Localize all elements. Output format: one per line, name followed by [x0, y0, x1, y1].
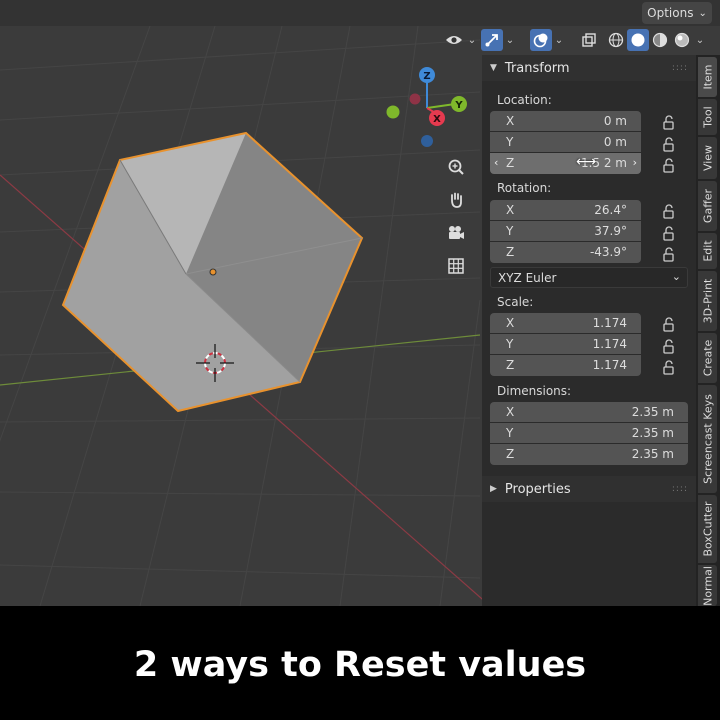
solid-shading-icon[interactable]	[627, 29, 649, 51]
rotation-z-field[interactable]: Z -43.9°	[490, 242, 641, 263]
chevron-down-icon: ⌄	[671, 270, 681, 283]
lock-open-icon[interactable]	[660, 338, 676, 354]
drag-handle-icon[interactable]: ::::	[672, 484, 688, 494]
options-label: Options	[647, 6, 694, 20]
collapsed-triangle-icon: ▶	[490, 484, 497, 494]
lock-open-icon[interactable]	[660, 225, 676, 241]
gizmo-y-label: Y	[454, 100, 463, 111]
lock-open-icon[interactable]	[660, 246, 676, 262]
rotation-mode-dropdown[interactable]: XYZ Euler ⌄	[490, 267, 688, 288]
rotation-label: Rotation:	[497, 181, 552, 195]
lock-open-icon[interactable]	[660, 114, 676, 130]
video-caption: 2 ways to Reset values	[0, 606, 720, 720]
options-dropdown[interactable]: Options ⌄	[642, 2, 712, 24]
tab-gaffer[interactable]: Gaffer	[698, 181, 717, 231]
resize-cursor-icon: ⟷	[576, 154, 597, 170]
lock-open-icon[interactable]	[660, 359, 676, 375]
rotation-y-field[interactable]: Y 37.9°	[490, 221, 641, 242]
lock-open-icon[interactable]	[660, 203, 676, 219]
tab-create[interactable]: Create	[698, 333, 717, 383]
tab-boxcutter[interactable]: BoxCutter	[698, 495, 717, 563]
wireframe-shading-icon[interactable]	[605, 29, 627, 51]
gizmo-x-label: X	[433, 114, 441, 125]
tab-screencast-keys[interactable]: Screencast Keys	[698, 385, 717, 493]
scale-z-field[interactable]: Z 1.174	[490, 355, 641, 376]
rotation-fields: X 26.4° Y 37.9° Z -43.9°	[490, 200, 641, 263]
dimensions-y-field[interactable]: Y 2.35 m	[490, 423, 688, 444]
scale-fields: X 1.174 Y 1.174 Z 1.174	[490, 313, 641, 376]
chevron-left-icon[interactable]: ‹	[494, 156, 498, 169]
lock-open-icon[interactable]	[660, 136, 676, 152]
tab-edit[interactable]: Edit	[698, 233, 717, 269]
dimensions-z-field[interactable]: Z 2.35 m	[490, 444, 688, 465]
properties-title: Properties	[504, 481, 571, 497]
scale-x-field[interactable]: X 1.174	[490, 313, 641, 334]
top-header-bar: Options ⌄	[0, 0, 720, 26]
chevron-down-icon: ⌄	[467, 34, 477, 46]
xray-icon	[578, 29, 600, 51]
overlay-toggle-icon[interactable]	[530, 29, 552, 51]
scale-y-field[interactable]: Y 1.174	[490, 334, 641, 355]
tab-3d-print[interactable]: 3D-Print	[698, 271, 717, 331]
gizmo-menu[interactable]: ⌄	[481, 29, 517, 51]
shading-modes[interactable]: ⌄	[605, 29, 707, 51]
sidebar-n-panel: ▼ Transform :::: Location: X 0 m Y 0 m ‹…	[482, 55, 696, 606]
transform-title: Transform	[504, 60, 570, 76]
tab-normal[interactable]: Normal	[698, 565, 717, 606]
scale-label: Scale:	[497, 295, 534, 309]
tab-tool[interactable]: Tool	[698, 99, 717, 135]
properties-panel-header[interactable]: ▶ Properties ::::	[482, 476, 696, 502]
grid-ortho-icon[interactable]	[443, 253, 469, 279]
transform-panel-header[interactable]: ▼ Transform ::::	[482, 55, 696, 81]
tab-view[interactable]: View	[698, 137, 717, 179]
rotation-mode-value: XYZ Euler	[498, 271, 557, 285]
location-y-field[interactable]: Y 0 m	[490, 132, 641, 153]
location-label: Location:	[497, 93, 552, 107]
tab-item[interactable]: Item	[698, 57, 717, 97]
visibility-menu[interactable]: ⌄	[443, 29, 479, 51]
location-x-field[interactable]: X 0 m	[490, 111, 641, 132]
eye-icon	[443, 29, 465, 51]
location-z-field[interactable]: ‹ Z 1.5 2 m › ⟷	[490, 153, 641, 174]
dimensions-fields: X 2.35 m Y 2.35 m Z 2.35 m	[490, 402, 688, 465]
caption-text: 2 ways to Reset values	[133, 645, 587, 685]
rotation-x-field[interactable]: X 26.4°	[490, 200, 641, 221]
selected-cube	[61, 131, 364, 413]
pan-hand-icon[interactable]	[443, 187, 469, 213]
lock-open-icon[interactable]	[660, 157, 676, 173]
lock-open-icon[interactable]	[660, 316, 676, 332]
material-shading-icon[interactable]	[649, 29, 671, 51]
dimensions-x-field[interactable]: X 2.35 m	[490, 402, 688, 423]
camera-view-icon[interactable]	[443, 220, 469, 246]
chevron-down-icon[interactable]: ⌄	[503, 35, 517, 46]
overlay-menu[interactable]: ⌄	[530, 29, 566, 51]
dimensions-label: Dimensions:	[497, 384, 572, 398]
zoom-icon[interactable]	[443, 154, 469, 180]
gizmo-z-label: Z	[423, 71, 430, 82]
chevron-down-icon[interactable]: ⌄	[552, 35, 566, 46]
sidebar-tabs: Item Tool View Gaffer Edit 3D-Print Crea…	[696, 55, 720, 606]
chevron-down-icon[interactable]: ⌄	[693, 35, 707, 46]
chevron-down-icon: ⌄	[698, 7, 707, 19]
drag-handle-icon[interactable]: ::::	[672, 63, 688, 73]
expanded-triangle-icon: ▼	[490, 63, 497, 73]
rendered-shading-icon[interactable]	[671, 29, 693, 51]
chevron-right-icon[interactable]: ›	[633, 156, 637, 169]
xray-toggle[interactable]	[578, 29, 600, 51]
location-fields: X 0 m Y 0 m ‹ Z 1.5 2 m › ⟷	[490, 111, 641, 174]
gizmo-toggle-icon[interactable]	[481, 29, 503, 51]
